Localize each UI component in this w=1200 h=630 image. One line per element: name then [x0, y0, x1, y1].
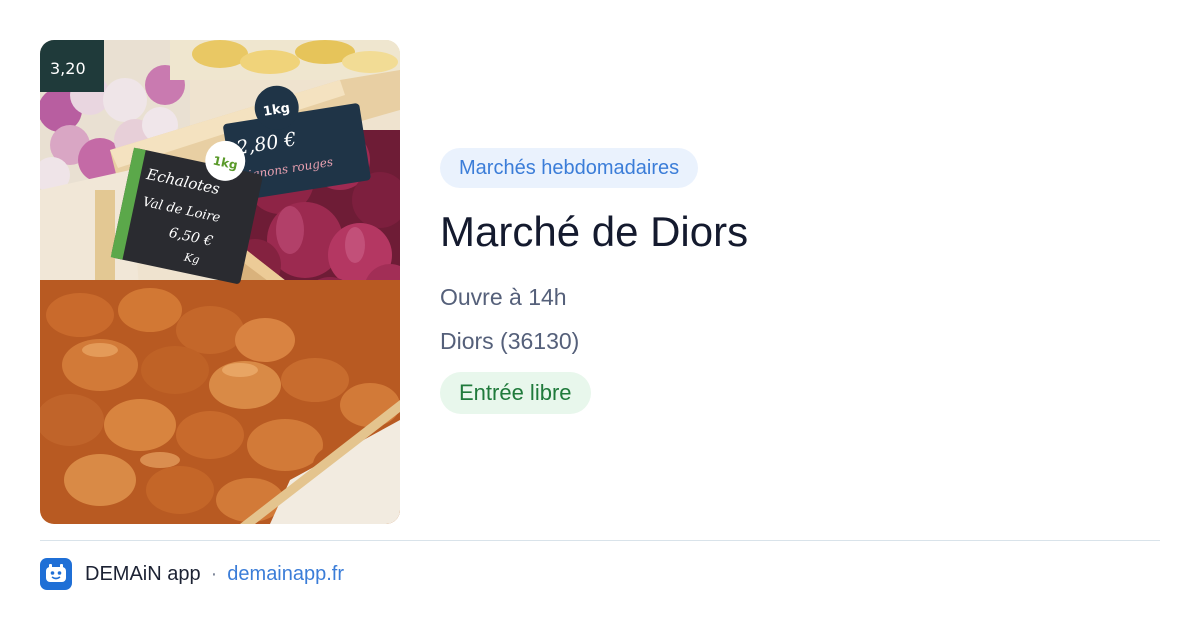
- price-tag-top: 3,20: [40, 40, 104, 92]
- market-photo: 3,20 1kg 2,80 € oignons rouges 1kg Echal…: [40, 40, 400, 524]
- market-info: Marchés hebdomadaires Marché de Diors Ou…: [440, 148, 1160, 414]
- market-title: Marché de Diors: [440, 208, 749, 255]
- yellow-vegetables: [170, 40, 400, 80]
- demain-app-logo-icon[interactable]: [40, 558, 72, 590]
- category-badge[interactable]: Marchés hebdomadaires: [440, 148, 699, 188]
- app-domain-link[interactable]: demainapp.fr: [227, 563, 344, 586]
- price-tag-top-price: 3,20: [50, 59, 86, 78]
- footer: DEMAiN app · demainapp.fr: [40, 558, 344, 590]
- footer-divider: [40, 540, 1160, 541]
- app-name: DEMAiN app: [85, 562, 201, 585]
- footer-separator: ·: [210, 562, 218, 585]
- access-badge: Entrée libre: [440, 372, 591, 414]
- opening-hours: Ouvre à 14h: [440, 284, 567, 310]
- market-location: Diors (36130): [440, 328, 580, 354]
- market-share-card: 3,20 1kg 2,80 € oignons rouges 1kg Echal…: [0, 0, 1200, 630]
